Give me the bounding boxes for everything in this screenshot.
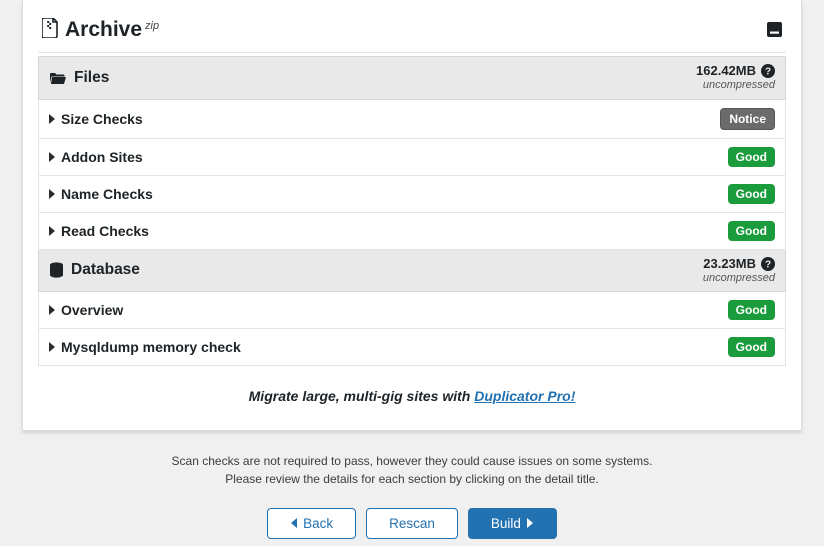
database-icon [49,262,64,278]
check-label-text: Overview [61,302,123,318]
panel-title-text: Archive [65,18,142,42]
check-addon[interactable]: Addon Sites Good [38,139,786,176]
database-sub: uncompressed [703,272,775,285]
help-icon[interactable]: ? [761,257,775,271]
back-label: Back [303,516,333,531]
footer-line1: Scan checks are not required to pass, ho… [22,453,802,470]
svg-text:?: ? [765,67,771,78]
svg-text:?: ? [765,260,771,271]
files-sub: uncompressed [696,79,775,92]
caret-right-icon [526,518,534,528]
promo-prefix: Migrate large, multi-gig sites with [249,388,475,404]
promo-text: Migrate large, multi-gig sites with Dupl… [38,366,786,412]
caret-right-icon [49,189,55,199]
folder-open-icon [49,71,67,85]
status-badge: Good [728,147,775,167]
check-overview[interactable]: Overview Good [38,292,786,329]
rescan-label: Rescan [389,516,435,531]
database-meta: 23.23MB ? uncompressed [703,257,775,285]
archive-panel: Archive zip Files 162.42MB [22,0,802,431]
check-mysqldump[interactable]: Mysqldump memory check Good [38,329,786,366]
build-label: Build [491,516,521,531]
caret-right-icon [49,305,55,315]
check-label-text: Read Checks [61,223,149,239]
database-title-text: Database [71,261,140,279]
caret-right-icon [49,342,55,352]
files-title-text: Files [74,69,109,87]
panel-title: Archive zip [42,16,159,42]
back-button[interactable]: Back [267,508,356,539]
database-section-header[interactable]: Database 23.23MB ? uncompressed [38,250,786,293]
files-size: 162.42MB [696,64,756,79]
database-section-title: Database [49,261,140,279]
caret-right-icon [49,226,55,236]
status-badge: Good [728,337,775,357]
caret-right-icon [49,152,55,162]
minimize-icon[interactable] [767,22,782,37]
files-meta: 162.42MB ? uncompressed [696,64,775,92]
check-label-text: Size Checks [61,111,143,127]
build-button[interactable]: Build [468,508,557,539]
check-label-text: Mysqldump memory check [61,339,241,355]
help-icon[interactable]: ? [761,64,775,78]
promo-link[interactable]: Duplicator Pro! [474,388,575,404]
archive-format-suffix: zip [145,20,159,32]
status-badge: Notice [720,108,775,130]
status-badge: Good [728,221,775,241]
check-label-text: Name Checks [61,186,153,202]
footer: Scan checks are not required to pass, ho… [22,431,802,539]
rescan-button[interactable]: Rescan [366,508,458,539]
footer-line2: Please review the details for each secti… [22,471,802,488]
files-section-header[interactable]: Files 162.42MB ? uncompressed [38,56,786,100]
files-section-title: Files [49,69,109,87]
check-size[interactable]: Size Checks Notice [38,100,786,139]
archive-file-icon [42,18,59,38]
database-size: 23.23MB [703,257,756,272]
check-name[interactable]: Name Checks Good [38,176,786,213]
status-badge: Good [728,184,775,204]
button-row: Back Rescan Build [22,508,802,539]
check-label-text: Addon Sites [61,149,143,165]
caret-left-icon [290,518,298,528]
caret-right-icon [49,114,55,124]
panel-header: Archive zip [38,0,786,53]
check-read[interactable]: Read Checks Good [38,213,786,250]
status-badge: Good [728,300,775,320]
